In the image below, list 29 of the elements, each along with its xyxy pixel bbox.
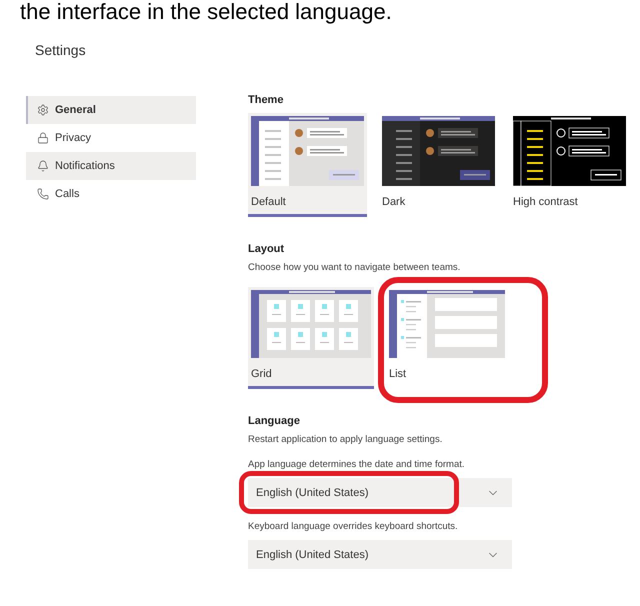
field-label: App language determines the date and time format. [248,459,466,470]
section-heading: Layout [248,243,286,255]
section-description: Restart application to apply language settings. [248,434,444,445]
language-dropdown[interactable]: English (United States) [248,540,512,569]
bell-icon [37,160,49,172]
theme-option[interactable]: Default [248,113,367,217]
theme-label: High contrast [513,195,579,210]
theme-label: Dark [382,195,406,210]
field-label: Keyboard language overrides keyboard shortcuts. [248,521,459,532]
sidebar-item[interactable]: Calls [26,180,196,208]
phone-icon [37,188,49,200]
language-dropdown[interactable]: English (United States) [248,478,512,507]
settings-title: Settings [35,42,87,58]
sidebar-item[interactable]: General [26,96,196,124]
layout-option[interactable]: List [386,287,512,389]
theme-label: Default [251,195,287,210]
section-heading: Language [248,415,301,427]
layout-label: List [389,367,408,382]
section-description: Choose how you want to navigate between teams. [248,262,462,273]
section-heading: Theme [248,94,284,106]
caption-text: the interface in the selected language. [20,0,393,24]
theme-option[interactable]: High contrast [510,113,629,217]
theme-option[interactable]: Dark [379,113,498,217]
sidebar-item[interactable]: Notifications [26,152,196,180]
layout-label: Grid [251,367,273,382]
settings-icon [37,104,49,116]
sidebar-item[interactable]: Privacy [26,124,196,152]
layout-option[interactable]: Grid [248,287,374,389]
lock-icon [37,132,49,144]
